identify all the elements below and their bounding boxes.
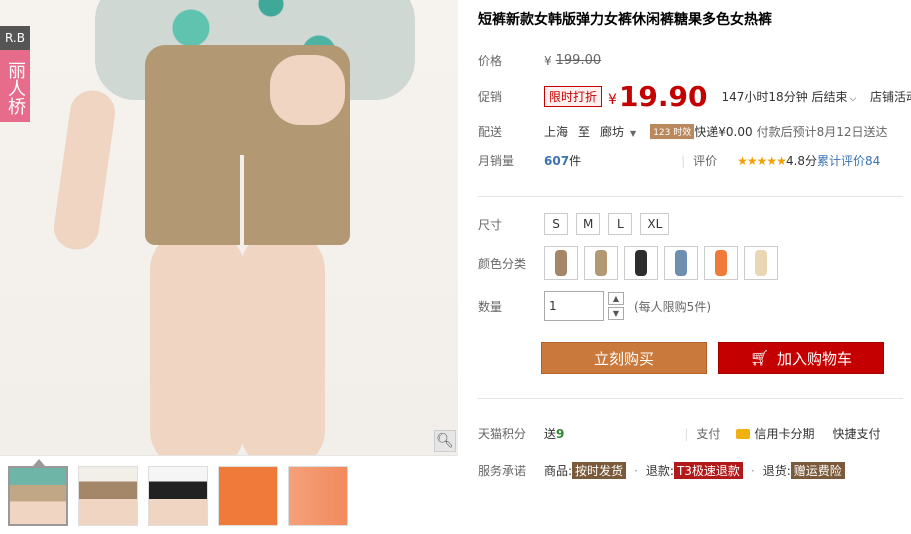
ship-to-word: 至 bbox=[578, 125, 591, 139]
rating-label: 评价 bbox=[693, 154, 718, 168]
service-refund-badge[interactable]: T3极速退款 bbox=[673, 462, 743, 479]
color-option-4[interactable] bbox=[664, 246, 698, 280]
size-option-s[interactable]: S bbox=[544, 213, 568, 235]
pay-quick[interactable]: 快捷支付 bbox=[832, 425, 880, 442]
credit-card-icon bbox=[736, 428, 751, 439]
service-3-prefix: 退货: bbox=[762, 464, 791, 478]
countdown-text: 147小时18分钟 后结束 bbox=[721, 90, 848, 104]
thumbnail-1[interactable] bbox=[8, 466, 68, 526]
active-thumb-indicator bbox=[33, 459, 45, 466]
thumbnail-strip bbox=[0, 455, 458, 534]
color-option-1[interactable] bbox=[544, 246, 578, 280]
rating-stars: ★★★★★ bbox=[737, 153, 787, 168]
pay-label: 支付 bbox=[696, 427, 721, 441]
size-label: 尺寸 bbox=[478, 217, 503, 232]
quantity-label: 数量 bbox=[478, 299, 503, 314]
size-option-m[interactable]: M bbox=[576, 213, 601, 235]
color-option-3[interactable] bbox=[624, 246, 658, 280]
price-currency: ¥ bbox=[544, 53, 552, 68]
cart-icon: 🛒︎ bbox=[749, 349, 770, 367]
buy-now-button[interactable]: 立刻购买 bbox=[541, 342, 707, 374]
points-text: 送 bbox=[544, 427, 557, 441]
product-details-panel: 短裤新款女韩版弹力女裤休闲裤糖果多色女热裤 价格 ¥ 199.00 促销 限时打… bbox=[458, 0, 911, 534]
model-hand-graphic bbox=[270, 55, 345, 125]
quantity-limit-note: (每人限购5件) bbox=[634, 299, 711, 314]
ship-destination: 廊坊 bbox=[600, 125, 625, 139]
points-row: 天猫积分 送 9 | 支付 信用卡分期 快捷支付 bbox=[478, 425, 880, 442]
model-arm-graphic bbox=[51, 87, 118, 253]
promo-row: 促销 限时打折 ¥ 19.90 147小时18分钟 后结束 ⌵ bbox=[478, 80, 856, 113]
caret-down-icon: ▼ bbox=[630, 129, 637, 138]
color-option-6[interactable] bbox=[744, 246, 778, 280]
service-ontime-badge[interactable]: 按时发货 bbox=[572, 462, 627, 479]
color-option-2[interactable] bbox=[584, 246, 618, 280]
promo-countdown[interactable]: 147小时18分钟 后结束 ⌵ bbox=[722, 88, 857, 105]
shipping-row: 配送 上海 至 廊坊 ▼ 123 时效 快递¥0.00 付款后预计8月12日送达 bbox=[478, 123, 888, 140]
model-leg-graphic bbox=[240, 230, 325, 455]
price-label: 价格 bbox=[478, 54, 503, 68]
product-title: 短裤新款女韩版弹力女裤休闲裤糖果多色女热裤 bbox=[478, 12, 772, 28]
shipping-fee: 快递¥0.00 bbox=[694, 125, 753, 139]
size-option-xl[interactable]: XL bbox=[640, 213, 670, 235]
add-to-cart-button[interactable]: 🛒︎ 加入购物车 bbox=[718, 342, 884, 374]
size-options: S M L XL bbox=[544, 213, 677, 235]
store-promo-link[interactable]: 店铺活动 bbox=[870, 88, 911, 105]
brand-logo-text: R.B bbox=[0, 26, 30, 50]
divider: | bbox=[681, 153, 686, 168]
rating-score: 4.8分 bbox=[785, 154, 818, 168]
promo-label: 促销 bbox=[478, 90, 503, 104]
pay-credit-installment[interactable]: 信用卡分期 bbox=[754, 425, 814, 442]
quantity-row: 数量 1 ▲ ▼ (每人限购5件) bbox=[478, 291, 711, 321]
color-option-5[interactable] bbox=[704, 246, 738, 280]
section-divider bbox=[478, 398, 903, 399]
separator-dot: · bbox=[750, 463, 755, 478]
price-row: 价格 ¥ 199.00 bbox=[478, 52, 601, 69]
service-1-prefix: 商品: bbox=[544, 464, 573, 478]
points-label: 天猫积分 bbox=[478, 427, 527, 441]
sales-row: 月销量 607 件 | 评价 ★★★★★ 4.8分 累计评价84 bbox=[478, 152, 880, 169]
thumbnail-3[interactable] bbox=[148, 466, 208, 526]
promo-price: 19.90 bbox=[618, 80, 708, 113]
sales-count: 607 bbox=[544, 153, 570, 168]
shipping-eta: 付款后预计8月12日送达 bbox=[756, 125, 888, 139]
separator-dot: · bbox=[634, 463, 638, 478]
quantity-input[interactable]: 1 bbox=[544, 291, 604, 321]
ship-destination-select[interactable]: 廊坊 ▼ bbox=[600, 123, 636, 140]
service-insurance-badge[interactable]: 赠运费险 bbox=[790, 462, 845, 479]
shipping-label: 配送 bbox=[478, 125, 503, 139]
color-label: 颜色分类 bbox=[478, 256, 527, 271]
service-label: 服务承诺 bbox=[478, 464, 527, 478]
promo-tag: 限时打折 bbox=[544, 86, 603, 107]
model-leg-graphic bbox=[150, 230, 245, 455]
brand-badge: R.B 丽人桥 bbox=[0, 26, 30, 122]
add-to-cart-label: 加入购物车 bbox=[777, 349, 853, 368]
thumbnail-2[interactable] bbox=[78, 466, 138, 526]
ship-from: 上海 bbox=[544, 125, 569, 139]
main-product-image[interactable]: R.B 丽人桥 🔍︎ bbox=[0, 0, 458, 455]
sales-unit: 件 bbox=[569, 154, 582, 168]
thumbnail-5[interactable] bbox=[288, 466, 348, 526]
size-row: 尺寸 S M L XL bbox=[478, 213, 677, 235]
service-2-prefix: 退款: bbox=[645, 464, 674, 478]
chevron-down-icon: ⌵ bbox=[849, 94, 857, 104]
points-value: 9 bbox=[556, 426, 565, 441]
brand-name: 丽人桥 bbox=[0, 50, 30, 122]
color-options bbox=[544, 246, 784, 280]
thumbnail-4[interactable] bbox=[218, 466, 278, 526]
sales-label: 月销量 bbox=[478, 154, 515, 168]
section-divider bbox=[478, 196, 903, 197]
increase-arrow-icon[interactable]: ▲ bbox=[608, 292, 624, 305]
color-row: 颜色分类 bbox=[478, 246, 784, 280]
quantity-stepper: ▲ ▼ bbox=[608, 292, 624, 320]
promo-currency: ¥ bbox=[608, 91, 617, 108]
magnifier-icon[interactable]: 🔍︎ bbox=[434, 430, 456, 452]
rating-total-link[interactable]: 累计评价84 bbox=[817, 152, 880, 169]
service-row: 服务承诺 商品: 按时发货 · 退款: T3极速退款 · 退货: 赠运费险 bbox=[478, 462, 845, 479]
delivery-time-badge: 123 时效 bbox=[650, 124, 695, 139]
decrease-arrow-icon[interactable]: ▼ bbox=[608, 307, 624, 320]
original-price: 199.00 bbox=[555, 53, 602, 68]
size-option-l[interactable]: L bbox=[608, 213, 633, 235]
divider: | bbox=[684, 426, 689, 441]
